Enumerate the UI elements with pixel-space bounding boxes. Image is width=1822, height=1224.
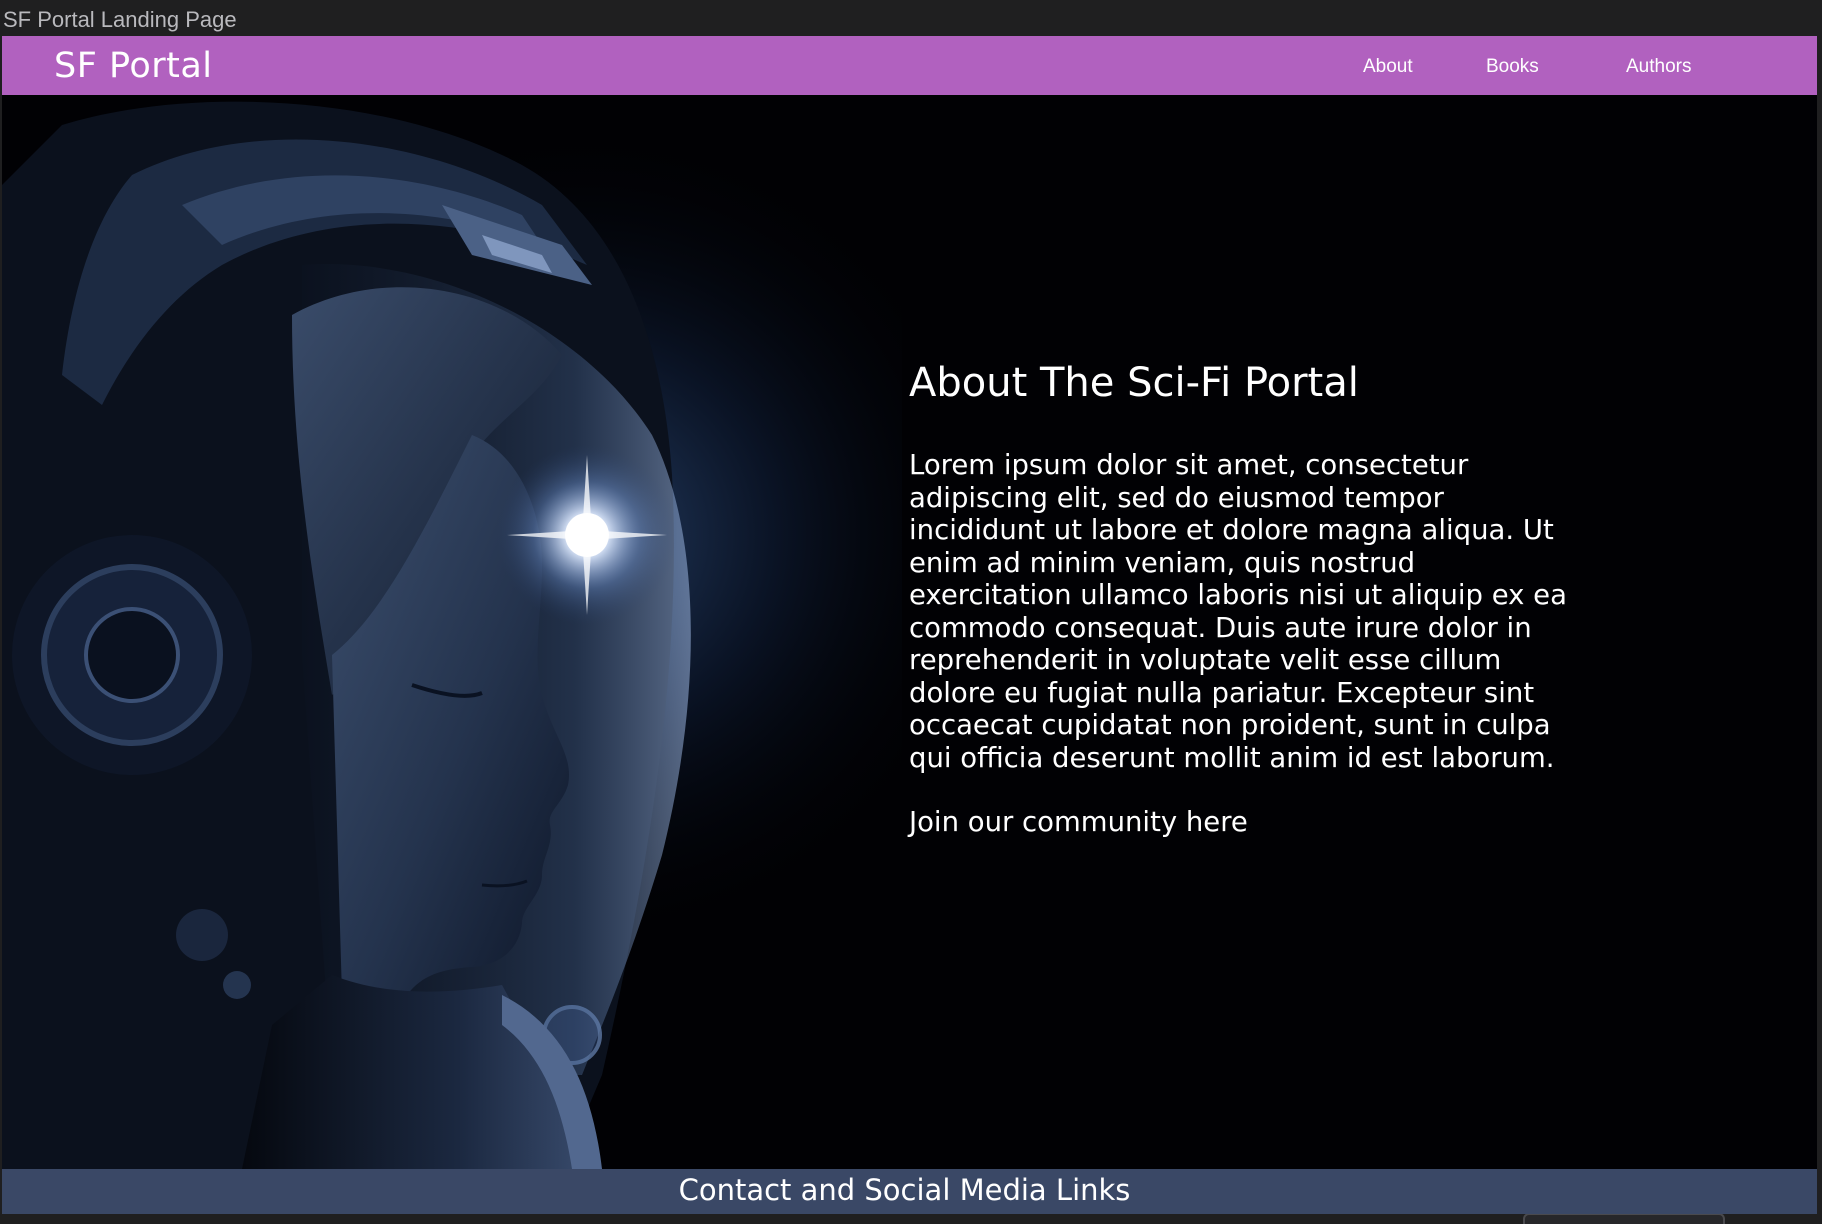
join-community-link[interactable]: Join our community here xyxy=(909,806,1599,839)
window-corner-tab xyxy=(1523,1213,1725,1224)
window-title: SF Portal Landing Page xyxy=(0,0,1822,36)
nav-link-books[interactable]: Books xyxy=(1486,55,1539,79)
astronaut-portrait-image xyxy=(2,95,902,1169)
about-content: About The Sci-Fi Portal Lorem ipsum dolo… xyxy=(909,357,1599,839)
about-heading: About The Sci-Fi Portal xyxy=(909,360,1359,406)
hero-section: About The Sci-Fi Portal Lorem ipsum dolo… xyxy=(2,95,1817,1169)
brand-logo[interactable]: SF Portal xyxy=(54,44,213,88)
page-frame: SF Portal About Books Authors About The … xyxy=(2,36,1817,1214)
nav-link-authors[interactable]: Authors xyxy=(1626,55,1691,79)
about-body-text: Lorem ipsum dolor sit amet, consectetur … xyxy=(909,449,1567,774)
nav-link-about[interactable]: About xyxy=(1363,55,1413,79)
top-navbar: SF Portal About Books Authors xyxy=(2,36,1817,95)
footer-bar: Contact and Social Media Links xyxy=(2,1169,1817,1214)
contact-social-links[interactable]: Contact and Social Media Links xyxy=(679,1169,1131,1212)
